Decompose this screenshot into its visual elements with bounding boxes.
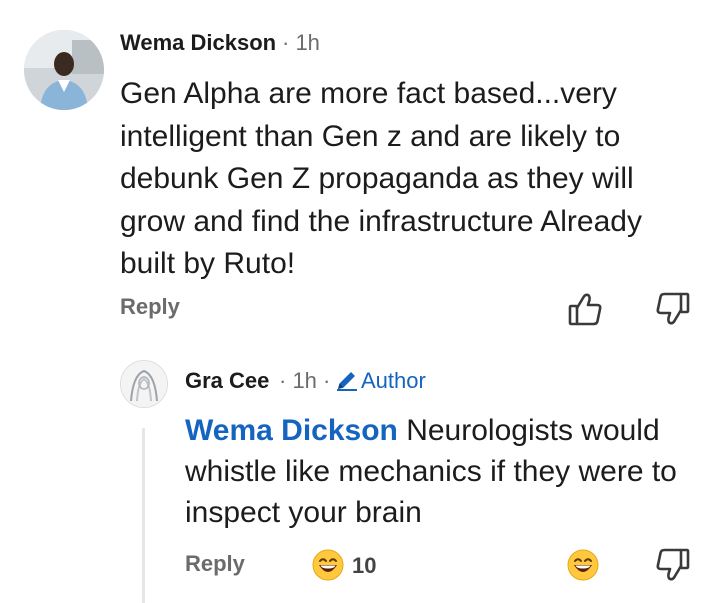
comment-text: Gen Alpha are more fact based...very int… <box>120 77 642 280</box>
dislike-button[interactable] <box>654 546 692 584</box>
react-button[interactable] <box>567 549 599 581</box>
comment-author[interactable]: Wema Dickson <box>120 30 276 56</box>
reaction-count: 10 <box>352 553 377 578</box>
reply-time: · 1h · <box>279 368 331 393</box>
thumbs-up-icon <box>568 293 602 326</box>
pencil-icon <box>335 368 359 392</box>
reply-button[interactable]: Reply <box>120 294 180 320</box>
comment-time: · 1h <box>282 30 320 55</box>
author-badge: Author <box>361 368 426 393</box>
dislike-button[interactable] <box>654 290 692 328</box>
mention-link[interactable]: Wema Dickson <box>185 414 398 447</box>
grin-emoji-icon <box>567 549 599 581</box>
grin-emoji-icon[interactable] <box>312 549 344 581</box>
thread-line <box>142 428 145 603</box>
thumbs-down-icon <box>656 292 690 325</box>
avatar[interactable] <box>24 30 104 110</box>
avatar[interactable] <box>120 360 168 408</box>
reply-text: Wema Dickson Neurologists would whistle … <box>185 410 705 533</box>
reply-button[interactable]: Reply <box>185 551 245 577</box>
reply-author[interactable]: Gra Cee <box>185 368 269 394</box>
thumbs-down-icon <box>656 548 690 581</box>
like-button[interactable] <box>566 290 604 328</box>
